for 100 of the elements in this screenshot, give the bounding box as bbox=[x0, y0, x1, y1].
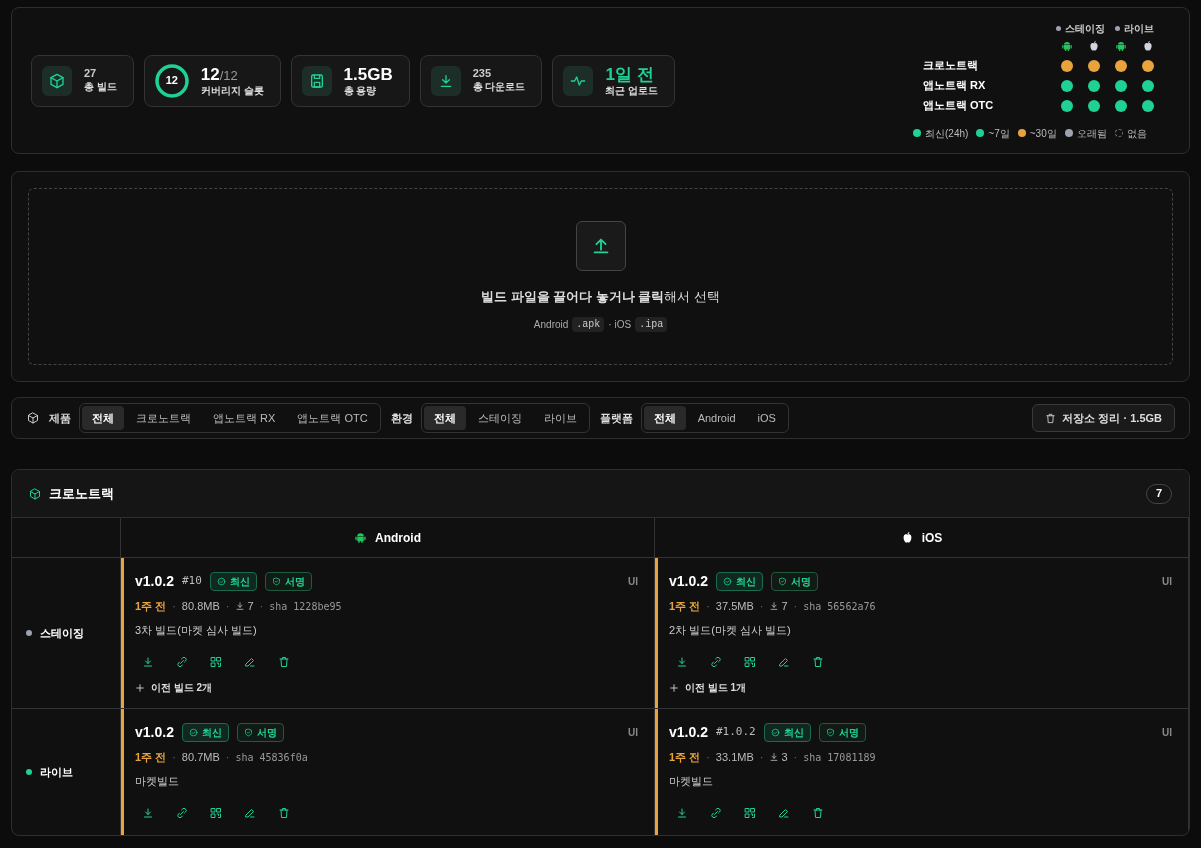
plus-icon bbox=[135, 682, 145, 693]
separator-dot: · bbox=[706, 750, 710, 765]
trash-icon[interactable] bbox=[811, 807, 824, 819]
separator-dot: · bbox=[759, 750, 764, 765]
filter-tab[interactable]: iOS bbox=[747, 406, 786, 430]
qr-code-icon[interactable] bbox=[743, 656, 756, 668]
legend-label: 최신(24h) bbox=[925, 126, 969, 141]
status-badge: 최신 bbox=[181, 723, 229, 742]
filter-label: 제품 bbox=[49, 410, 71, 426]
link-icon[interactable] bbox=[709, 807, 722, 819]
trash-icon bbox=[1045, 412, 1057, 424]
status-badge: 서명 bbox=[818, 723, 866, 742]
column-label: iOS bbox=[921, 529, 943, 547]
env-legend: 라이브 bbox=[1107, 20, 1161, 36]
download-icon[interactable] bbox=[141, 807, 154, 819]
stat-total: /12 bbox=[219, 67, 238, 84]
apple-icon bbox=[1141, 39, 1154, 52]
download-icon[interactable] bbox=[675, 807, 688, 819]
separator-dot: · bbox=[225, 750, 230, 765]
build-note: 3차 빌드(마켓 심사 빌드) bbox=[135, 622, 258, 638]
build-number: #1.0.2 bbox=[715, 724, 756, 741]
drop-zone[interactable]: 빌드 파일을 끌어다 놓거나 클릭해서 선택 Android .apk · iOS .ipa bbox=[28, 188, 1173, 365]
build-age: 1주 전 bbox=[669, 599, 701, 614]
cube-icon bbox=[49, 72, 65, 89]
separator-dot: · bbox=[793, 599, 798, 614]
check-circle-icon bbox=[722, 577, 732, 586]
progress-ring bbox=[154, 63, 189, 98]
link-icon[interactable] bbox=[175, 807, 188, 819]
stat-value: 1일 전 bbox=[605, 63, 654, 85]
apple-icon bbox=[1087, 39, 1100, 52]
product-name: 앱노트랙 OTC bbox=[923, 98, 995, 114]
android-icon bbox=[354, 531, 367, 544]
qr-code-icon[interactable] bbox=[209, 656, 222, 668]
link-icon[interactable] bbox=[709, 656, 722, 668]
download-count: 7 bbox=[247, 599, 254, 614]
filter-tab[interactable]: 전체 bbox=[423, 406, 466, 430]
ui-tag: UI bbox=[628, 725, 638, 740]
separator-dot: · bbox=[706, 599, 710, 614]
filter-tab[interactable]: 크로노트랙 bbox=[126, 406, 201, 430]
previous-builds-toggle[interactable]: 이전 빌드 1개 bbox=[669, 680, 747, 695]
qr-code-icon[interactable] bbox=[743, 807, 756, 819]
ui-tag: UI bbox=[1162, 574, 1172, 589]
trash-icon[interactable] bbox=[277, 807, 290, 819]
download-count: 3 bbox=[781, 750, 788, 765]
cleanup-button[interactable]: 저장소 정리 · 1.5GB bbox=[1032, 404, 1175, 432]
filter-tab[interactable]: 앱노트랙 RX bbox=[203, 406, 286, 430]
filter-label: 플랫폼 bbox=[599, 410, 633, 426]
stat-label: 총 용량 bbox=[343, 84, 378, 98]
separator-dot: · bbox=[172, 750, 176, 765]
build-number: #10 bbox=[181, 573, 202, 590]
trash-icon[interactable] bbox=[277, 656, 290, 668]
stat-value: 1.5GB bbox=[343, 63, 393, 85]
build-note: 2차 빌드(마켓 심사 빌드) bbox=[669, 622, 792, 638]
cube-icon bbox=[27, 412, 39, 424]
download-count: 7 bbox=[781, 599, 788, 614]
link-icon[interactable] bbox=[175, 656, 188, 668]
download-icon bbox=[769, 601, 780, 612]
edit-icon[interactable] bbox=[777, 807, 790, 819]
download-icon[interactable] bbox=[141, 656, 154, 668]
filter-tab[interactable]: 라이브 bbox=[533, 406, 587, 430]
status-badge: 서명 bbox=[770, 572, 818, 591]
build-age: 1주 전 bbox=[669, 750, 701, 765]
upload-button[interactable] bbox=[575, 221, 626, 272]
filter-tab[interactable]: 전체 bbox=[82, 406, 124, 430]
separator-dot: · bbox=[259, 599, 264, 614]
edit-icon[interactable] bbox=[243, 656, 256, 668]
file-size: 80.8MB bbox=[181, 599, 220, 614]
previous-builds-toggle[interactable]: 이전 빌드 2개 bbox=[135, 680, 213, 695]
status-badge: 최신 bbox=[209, 572, 257, 591]
filter-tab[interactable]: 스테이징 bbox=[467, 406, 532, 430]
filter-tab[interactable]: 전체 bbox=[643, 406, 686, 430]
qr-code-icon[interactable] bbox=[209, 807, 222, 819]
edit-icon[interactable] bbox=[777, 656, 790, 668]
plus-icon bbox=[669, 682, 679, 693]
android-icon bbox=[1114, 39, 1127, 52]
download-icon[interactable] bbox=[675, 656, 688, 668]
status-badge: 최신 bbox=[715, 572, 763, 591]
build-note: 마켓빌드 bbox=[669, 773, 714, 789]
section-title: 크로노트랙 bbox=[49, 484, 114, 503]
commit-sha: sha 56562a76 bbox=[803, 599, 876, 614]
stat-value: 235 bbox=[472, 67, 492, 82]
shield-icon bbox=[825, 728, 835, 737]
check-circle-icon bbox=[770, 728, 780, 737]
legend-label: 없음 bbox=[1126, 126, 1147, 141]
check-circle-icon bbox=[216, 577, 226, 586]
legend-label: 오래됨 bbox=[1076, 126, 1107, 141]
download-icon bbox=[235, 601, 246, 612]
separator-dot: · bbox=[225, 599, 230, 614]
ring-value: 12 bbox=[165, 73, 178, 89]
product-name: 앱노트랙 RX bbox=[923, 78, 987, 94]
edit-icon[interactable] bbox=[243, 807, 256, 819]
save-icon bbox=[308, 72, 325, 89]
stat-label: 최근 업로드 bbox=[605, 84, 659, 98]
filter-tab[interactable]: 앱노트랙 OTC bbox=[287, 406, 378, 430]
status-badge: 최신 bbox=[763, 723, 811, 742]
trash-icon[interactable] bbox=[811, 656, 824, 668]
hint-text: · iOS bbox=[608, 317, 632, 332]
commit-sha: sha 1228be95 bbox=[269, 599, 342, 614]
legend-label: ~30일 bbox=[1029, 126, 1057, 141]
filter-tab[interactable]: Android bbox=[687, 406, 746, 430]
